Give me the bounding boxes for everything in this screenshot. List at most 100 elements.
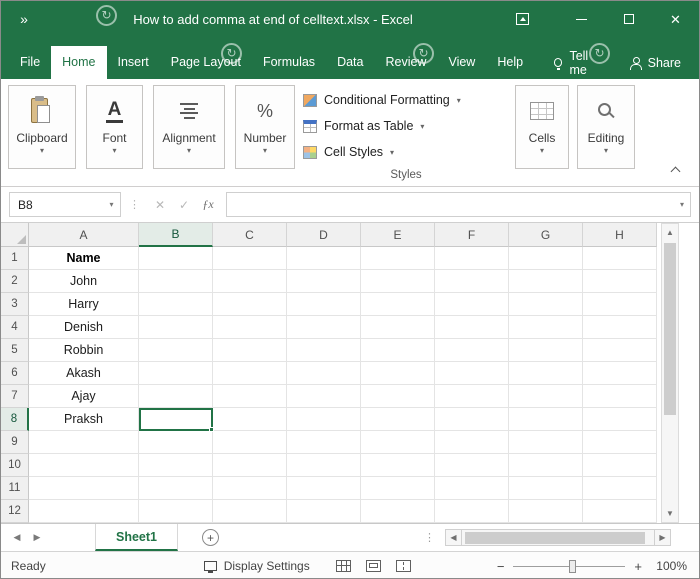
column-header-F[interactable]: F [435,223,509,247]
enter-button[interactable]: ✓ [172,198,196,212]
quick-access-toolbar-button[interactable]: » [1,1,47,37]
scroll-right-icon[interactable]: ▶ [654,529,671,546]
close-button[interactable]: ✕ [652,1,699,37]
cell-E6[interactable] [361,362,435,385]
cell-E10[interactable] [361,454,435,477]
cell-F11[interactable] [435,477,509,500]
editing-group-button[interactable]: Editing ▾ [577,85,635,169]
row-header-11[interactable]: 11 [1,477,29,500]
cell-C11[interactable] [213,477,287,500]
column-header-A[interactable]: A [29,223,139,247]
horizontal-scrollbar[interactable]: ◀ ▶ [445,529,671,546]
next-sheet-button[interactable]: ▶ [27,532,47,543]
cell-A10[interactable] [29,454,139,477]
horizontal-scroll-thumb[interactable] [465,532,645,544]
cell-E12[interactable] [361,500,435,523]
cell-H11[interactable] [583,477,657,500]
column-header-D[interactable]: D [287,223,361,247]
scroll-up-icon[interactable]: ▲ [662,224,678,241]
row-header-12[interactable]: 12 [1,500,29,523]
cell-B9[interactable] [139,431,213,454]
cell-B12[interactable] [139,500,213,523]
tab-file[interactable]: File [9,46,51,79]
column-header-B[interactable]: B [139,223,213,247]
row-header-6[interactable]: 6 [1,362,29,385]
cell-E5[interactable] [361,339,435,362]
cell-A2[interactable]: John [29,270,139,293]
cell-C9[interactable] [213,431,287,454]
vertical-scrollbar[interactable]: ▲ ▼ [661,223,679,523]
tab-home[interactable]: Home [51,46,107,79]
tab-formulas[interactable]: Formulas [252,46,326,79]
cell-D3[interactable] [287,293,361,316]
cell-F6[interactable] [435,362,509,385]
display-settings-button[interactable]: Display Settings [203,559,310,573]
alignment-group-button[interactable]: Alignment ▾ [153,85,225,169]
scroll-left-icon[interactable]: ◀ [445,529,462,546]
cell-F2[interactable] [435,270,509,293]
format-as-table-button[interactable]: Format as Table ▾ [303,113,509,139]
tab-data[interactable]: Data [326,46,374,79]
cell-G10[interactable] [509,454,583,477]
cell-D9[interactable] [287,431,361,454]
conditional-formatting-button[interactable]: Conditional Formatting ▾ [303,87,509,113]
cell-H6[interactable] [583,362,657,385]
cell-E4[interactable] [361,316,435,339]
scroll-down-icon[interactable]: ▼ [662,505,678,522]
select-all-button[interactable] [1,223,29,247]
column-header-G[interactable]: G [509,223,583,247]
name-box[interactable]: B8 ▾ [9,192,121,217]
cell-F7[interactable] [435,385,509,408]
zoom-out-button[interactable]: − [497,559,505,574]
row-header-9[interactable]: 9 [1,431,29,454]
cell-D1[interactable] [287,247,361,270]
cell-B4[interactable] [139,316,213,339]
chevron-down-icon[interactable]: ▾ [103,200,120,209]
cell-D7[interactable] [287,385,361,408]
minimize-button[interactable] [558,1,605,37]
cell-E3[interactable] [361,293,435,316]
column-header-H[interactable]: H [583,223,657,247]
collapse-ribbon-button[interactable] [665,164,685,180]
cell-F1[interactable] [435,247,509,270]
expand-formula-bar-icon[interactable]: ▾ [674,200,690,209]
cells-group-button[interactable]: Cells ▾ [515,85,569,169]
cell-B8[interactable] [139,408,214,432]
cell-C5[interactable] [213,339,287,362]
cell-D4[interactable] [287,316,361,339]
cell-C8[interactable] [213,408,287,431]
tab-insert[interactable]: Insert [107,46,160,79]
cell-B2[interactable] [139,270,213,293]
cell-G8[interactable] [509,408,583,431]
row-header-10[interactable]: 10 [1,454,29,477]
cell-G1[interactable] [509,247,583,270]
cell-G2[interactable] [509,270,583,293]
cell-B6[interactable] [139,362,213,385]
page-break-view-icon[interactable] [395,560,411,572]
cell-E9[interactable] [361,431,435,454]
column-header-C[interactable]: C [213,223,287,247]
cell-A9[interactable] [29,431,139,454]
cell-A12[interactable] [29,500,139,523]
number-group-button[interactable]: % Number ▾ [235,85,295,169]
cell-B11[interactable] [139,477,213,500]
cell-D10[interactable] [287,454,361,477]
cell-G12[interactable] [509,500,583,523]
cell-F4[interactable] [435,316,509,339]
cell-H3[interactable] [583,293,657,316]
row-header-1[interactable]: 1 [1,247,29,270]
cell-E11[interactable] [361,477,435,500]
new-sheet-button[interactable]: + [202,529,219,546]
cell-H8[interactable] [583,408,657,431]
vertical-scroll-thumb[interactable] [664,243,676,415]
cell-H4[interactable] [583,316,657,339]
cell-styles-button[interactable]: Cell Styles ▾ [303,139,509,165]
formula-input[interactable]: ▾ [226,192,691,217]
cell-H7[interactable] [583,385,657,408]
row-header-5[interactable]: 5 [1,339,29,362]
insert-function-button[interactable]: ƒx [196,197,220,212]
cell-D2[interactable] [287,270,361,293]
cell-D8[interactable] [287,408,361,431]
cell-F8[interactable] [435,408,509,431]
cell-G3[interactable] [509,293,583,316]
